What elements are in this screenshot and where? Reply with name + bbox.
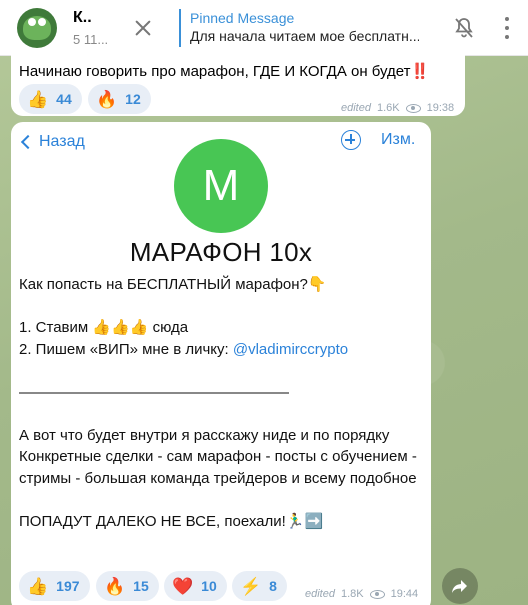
- share-button[interactable]: [442, 568, 478, 604]
- back-button[interactable]: Назад: [19, 133, 85, 151]
- thumbs-up-icon: 👍: [27, 89, 49, 109]
- add-circle-icon[interactable]: [341, 130, 361, 150]
- username-link[interactable]: @vladimirccrypto: [233, 341, 348, 358]
- reaction-count: 8: [269, 578, 277, 594]
- close-icon[interactable]: [133, 18, 153, 38]
- view-count: 1.6K: [376, 102, 400, 114]
- text-line: ПОПАДУТ ДАЛЕКО НЕ ВСЕ, поехали!🏃‍♂️➡️: [19, 512, 324, 530]
- text-line: Как попасть на БЕСПЛАТНЫЙ марафон?👇: [19, 276, 327, 293]
- message-bubble-2[interactable]: Назад Изм. M МАРАФОН 10х Как попасть на …: [11, 122, 431, 605]
- reaction-fire[interactable]: 🔥 12: [88, 84, 151, 114]
- eye-icon: [405, 103, 421, 113]
- message-meta: edited 1.8K 19:44: [305, 588, 418, 600]
- text-line: А вот что будет внутри я расскажу ниде и…: [19, 426, 390, 444]
- reaction-count: 197: [56, 578, 80, 594]
- divider-line: ——————————————————: [19, 383, 289, 401]
- reaction-count: 15: [133, 578, 149, 594]
- message-time: 19:38: [426, 102, 455, 114]
- reaction-fire[interactable]: 🔥 15: [96, 571, 159, 601]
- edited-label: edited: [341, 102, 371, 114]
- frog-icon: [23, 15, 51, 40]
- fire-icon: 🔥: [104, 576, 126, 596]
- pinned-message-bar[interactable]: Pinned Message Для начала читаем мое бес…: [179, 8, 419, 47]
- text-line: Конкретные сделки - сам марафон - посты …: [19, 448, 417, 487]
- edit-button[interactable]: Изм.: [381, 131, 415, 149]
- channel-preview-title: МАРАФОН 10х: [129, 237, 313, 267]
- channel-avatar[interactable]: [17, 7, 57, 48]
- reaction-thumbs-up[interactable]: 👍 197: [19, 571, 90, 601]
- mute-bell-icon[interactable]: [452, 16, 476, 40]
- more-menu-icon[interactable]: [505, 17, 509, 39]
- channel-name: К..: [73, 8, 92, 26]
- channel-info[interactable]: К.. 5 11...: [73, 8, 117, 48]
- heart-icon: ❤️: [172, 576, 194, 596]
- pinned-title: Pinned Message: [190, 10, 295, 26]
- message-body: Как попасть на БЕСПЛАТНЫЙ марафон?👇 1. С…: [19, 274, 423, 532]
- lightning-icon: ⚡: [240, 576, 262, 596]
- exclaim-emoji: ‼️: [410, 63, 430, 80]
- text-line: 2. Пишем «ВИП» мне в личку:: [19, 340, 233, 358]
- back-label: Назад: [39, 133, 85, 150]
- reaction-heart[interactable]: ❤️ 10: [164, 571, 227, 601]
- reaction-count: 12: [125, 91, 141, 107]
- reaction-count: 10: [201, 578, 217, 594]
- chat-header: К.. 5 11... Pinned Message Для начала чи…: [0, 0, 528, 56]
- reaction-thumbs-up[interactable]: 👍 44: [19, 84, 82, 114]
- message-time: 19:44: [390, 588, 419, 600]
- eye-icon: [369, 589, 385, 599]
- thumbs-up-icon: 👍: [27, 576, 49, 596]
- channel-subscribers: 5 11...: [73, 31, 109, 47]
- chevron-left-icon: [20, 134, 36, 150]
- message-text: Начинаю говорить про марафон, ГДЕ И КОГД…: [19, 63, 411, 80]
- pinned-text: Для начала читаем мое бесплатн...: [190, 28, 419, 44]
- edited-label: edited: [305, 588, 335, 600]
- reaction-count: 44: [56, 91, 72, 107]
- text-line: 1. Ставим 👍👍👍 сюда: [19, 319, 189, 336]
- reaction-lightning[interactable]: ⚡ 8: [232, 571, 287, 601]
- fire-icon: 🔥: [96, 89, 118, 109]
- view-count: 1.8K: [340, 588, 364, 600]
- channel-preview-avatar: M: [174, 139, 268, 233]
- share-arrow-icon: [452, 580, 467, 593]
- message-meta: edited 1.6K 19:38: [341, 102, 454, 114]
